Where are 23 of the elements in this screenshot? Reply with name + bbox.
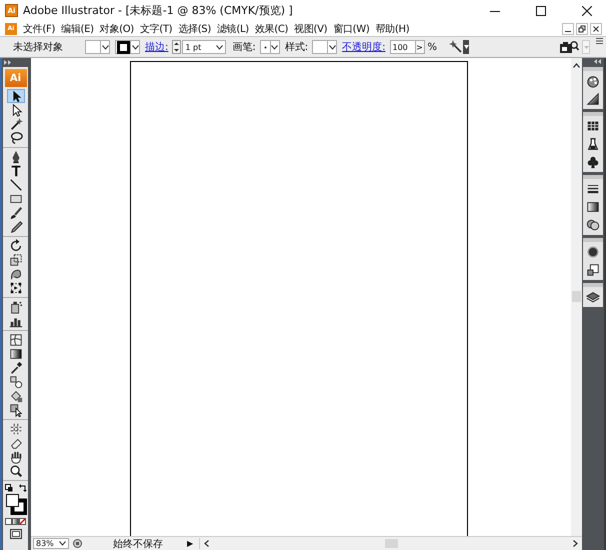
status-menu-button[interactable]: ▶ (187, 539, 194, 548)
app-logo: Ai (4, 69, 26, 87)
menu-item[interactable]: 编辑(E) (59, 22, 98, 36)
selection-status: 未选择对象 (13, 40, 63, 54)
save-status: 始终不保存 (113, 538, 164, 550)
menu-item[interactable]: 文件(F) (21, 22, 60, 36)
brush-label: 画笔: (232, 41, 256, 54)
style-label: 样式: (284, 40, 308, 54)
menu-item[interactable]: 文字(T) (138, 22, 176, 36)
opacity-field[interactable]: 100 (390, 40, 416, 54)
stroke-link[interactable]: 描边: (145, 40, 168, 54)
zoom-field[interactable]: 83% (33, 538, 69, 549)
menu-item[interactable]: 视图(V) (292, 22, 332, 36)
stroke-weight-field[interactable]: 1 pt (182, 40, 226, 54)
percent-sign: % (428, 42, 438, 52)
menu-item[interactable]: 效果(C) (252, 22, 292, 36)
window-title: Adobe Illustrator - [未标题-1 @ 83% (CMYK/预览) ] (23, 3, 293, 18)
menu-item[interactable]: 帮助(H) (373, 22, 414, 36)
menu-item[interactable]: 滤镜(L) (214, 22, 253, 36)
menu-item[interactable]: 选择(S) (176, 22, 215, 36)
opacity-link[interactable]: 不透明度: (342, 40, 386, 54)
menu-item[interactable]: 对象(O) (98, 22, 138, 36)
menu-item[interactable]: 窗口(W) (331, 22, 374, 36)
